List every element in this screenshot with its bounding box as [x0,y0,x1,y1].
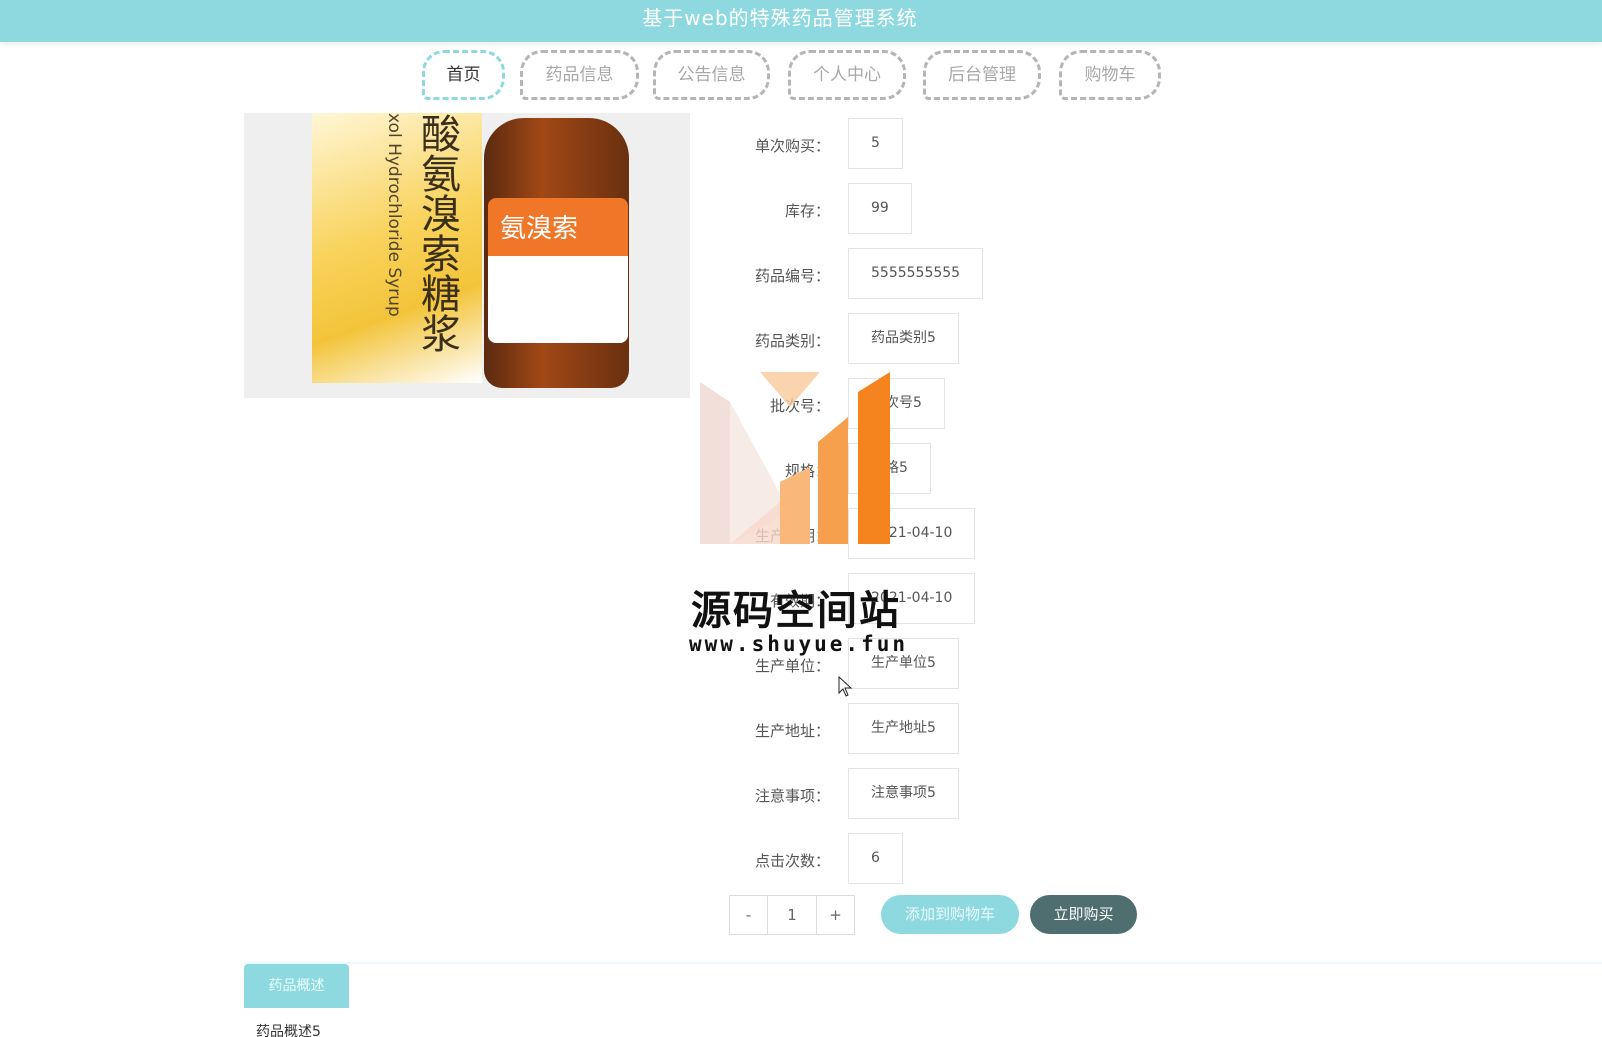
top-header: 基于web的特殊药品管理系统 [0,0,1602,42]
field-label-manufacturer: 生产单位： [754,657,830,675]
field-label-single-purchase: 单次购买： [754,137,830,155]
quantity-minus-button[interactable]: - [730,896,767,934]
nav-item-drug-info[interactable]: 药品信息 [520,50,639,100]
quantity-stepper: - 1 + [729,895,855,935]
field-value-precautions: 注意事项5 [848,768,959,819]
field-value-single-purchase: 5 [848,118,903,169]
add-to-cart-button[interactable]: 添加到购物车 [881,895,1019,934]
quantity-input[interactable]: 1 [767,896,817,934]
product-box-subtext: xol Hydrochloride Syrup [384,113,404,317]
nav-item-admin[interactable]: 后台管理 [923,50,1041,100]
field-label-drug-number: 药品编号： [754,267,830,285]
product-image: 酸氨溴索糖浆 xol Hydrochloride Syrup 氨溴索 [244,113,690,398]
site-title: 基于web的特殊药品管理系统 [642,6,918,30]
field-label-manufacturer-address: 生产地址： [754,722,830,740]
field-value-batch-number: 批次号5 [848,378,945,429]
nav-item-announcements[interactable]: 公告信息 [653,50,770,100]
buy-now-button[interactable]: 立即购买 [1030,895,1137,934]
main-nav: 首页 药品信息 公告信息 个人中心 后台管理 购物车 [0,50,1602,102]
field-label-drug-category: 药品类别： [754,332,830,350]
tab-description[interactable]: 药品概述 [244,964,349,1008]
nav-item-personal-center[interactable]: 个人中心 [788,50,906,100]
product-box-text: 酸氨溴索糖浆 [414,113,460,353]
watermark-url: www.shuyue.fun [689,632,909,656]
field-label-stock: 库存： [784,202,830,220]
nav-item-cart[interactable]: 购物车 [1059,50,1161,100]
nav-item-home[interactable]: 首页 [422,50,505,100]
field-label-precautions: 注意事项： [754,787,830,805]
field-value-drug-number: 5555555555 [848,248,984,299]
field-value-drug-category: 药品类别5 [848,313,959,364]
field-value-stock: 99 [848,183,912,234]
mouse-cursor-icon [838,676,853,697]
field-label-spec: 规格： [784,462,830,480]
field-label-batch-number: 批次号： [769,397,830,415]
field-label-production-date: 生产日期： [754,527,830,545]
field-value-click-count: 6 [848,833,903,884]
quantity-plus-button[interactable]: + [817,896,854,934]
field-value-spec: 规格5 [848,443,931,494]
watermark-title: 源码空间站 [691,588,901,634]
field-value-production-date: 2021-04-10 [848,508,976,559]
bottle-label-text: 氨溴索 [500,214,579,244]
tabs-divider [244,962,1602,964]
field-label-click-count: 点击次数： [754,852,830,870]
description-text: 药品概述5 [256,1024,321,1037]
field-value-manufacturer-address: 生产地址5 [848,703,959,754]
